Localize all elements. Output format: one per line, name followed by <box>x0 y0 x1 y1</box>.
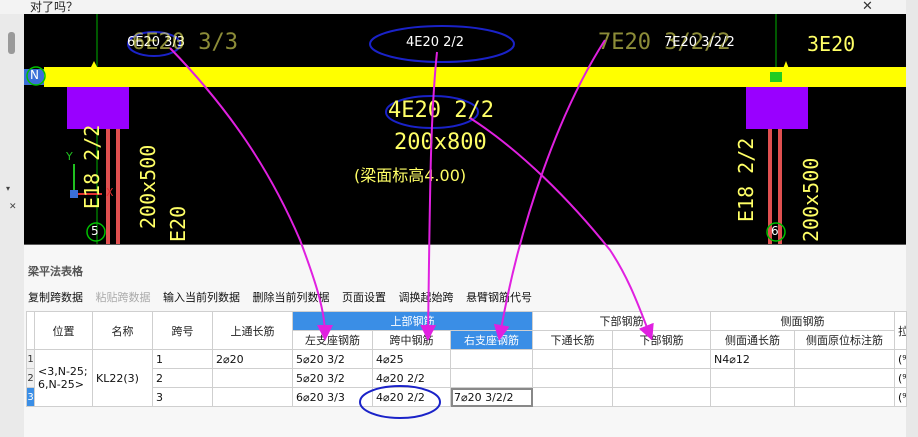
cell-bottom-through[interactable] <box>532 349 613 369</box>
cell-side-orig[interactable] <box>794 387 895 407</box>
cell-span[interactable]: 2 <box>152 368 213 388</box>
cell-side-through[interactable] <box>710 387 795 407</box>
label-col-right-rebar: E18 2/2 <box>734 137 758 222</box>
cell-bottom-rebar[interactable] <box>612 349 711 369</box>
window-title: 对了吗？ <box>30 0 79 14</box>
cell-span[interactable]: 3 <box>152 387 213 407</box>
col-side-orig[interactable]: 侧面原位标注筋 <box>794 330 895 350</box>
ucs-y-label: Y <box>66 150 73 163</box>
cell-mid-span[interactable]: 4⌀20 2/2 <box>372 368 451 388</box>
beam-table-panel: 梁平法表格 复制跨数据 粘贴跨数据 输入当前列数据 删除当前列数据 页面设置 调… <box>24 245 907 437</box>
col-span[interactable]: 跨号 <box>152 311 213 350</box>
cell-top-through[interactable] <box>212 387 293 407</box>
cell-span[interactable]: 1 <box>152 349 213 369</box>
close-icon[interactable]: ✕ <box>862 0 873 14</box>
column-left <box>67 87 129 129</box>
right-dock <box>906 0 918 437</box>
axis-label-5: 5 <box>91 224 99 238</box>
col-extra[interactable]: 拉 <box>894 311 907 350</box>
table-row[interactable]: 2 2 5⌀20 3/2 4⌀20 2/2 (⁹ <box>26 368 907 388</box>
cell-side-through[interactable] <box>710 368 795 388</box>
label-top-mid: 4E20 2/2 <box>406 35 465 50</box>
col-position[interactable]: 位置 <box>34 311 93 350</box>
panel-title: 梁平法表格 <box>28 265 83 278</box>
cell-extra[interactable]: (⁹ <box>894 368 907 388</box>
col-name[interactable]: 名称 <box>92 311 153 350</box>
cell-right-support[interactable] <box>450 368 533 388</box>
panel-toolbar: 复制跨数据 粘贴跨数据 输入当前列数据 删除当前列数据 页面设置 调换起始跨 悬… <box>28 289 541 305</box>
cell-right-support[interactable] <box>450 349 533 369</box>
col-side-through[interactable]: 侧面通长筋 <box>710 330 795 350</box>
input-column-button[interactable]: 输入当前列数据 <box>163 291 240 304</box>
cell-side-through[interactable]: N4⌀12 <box>710 349 795 369</box>
label-top-far-right: 3E20 <box>807 32 856 56</box>
cell-left-support[interactable]: 5⌀20 3/2 <box>292 349 373 369</box>
row-number[interactable]: 2 <box>26 368 35 388</box>
cell-name[interactable]: KL22(3) <box>92 349 153 407</box>
header-row-group: 位置 名称 跨号 上通长筋 上部钢筋 下部钢筋 侧面钢筋 拉 <box>26 311 907 350</box>
grip-point[interactable] <box>770 72 782 82</box>
dock-close-icon[interactable]: ✕ <box>9 202 17 212</box>
chevron-down-icon[interactable]: ▾ <box>6 184 10 193</box>
cell-mid-span[interactable]: 4⌀25 <box>372 349 451 369</box>
window-titlebar: 对了吗？ ✕ <box>0 0 918 14</box>
label-col-right-size: 200x500 <box>799 157 823 242</box>
col-left-support[interactable]: 左支座钢筋 <box>292 330 373 350</box>
col-right-support[interactable]: 右支座钢筋 <box>450 330 533 350</box>
row-number[interactable]: 3 <box>26 387 35 407</box>
label-col-left-rebar: E18 2/2 <box>80 124 104 209</box>
swap-span-button[interactable]: 调换起始跨 <box>399 291 454 304</box>
cad-viewport[interactable]: 6E20 3/3 6E20 3/3 4E20 2/2 7E20 3/2/2 7E… <box>24 14 906 244</box>
ucs-x-label: X <box>106 186 114 199</box>
group-side-rebar: 侧面钢筋 <box>710 311 895 331</box>
cell-side-orig[interactable] <box>794 368 895 388</box>
group-top-rebar: 上部钢筋 <box>292 311 533 331</box>
cell-bottom-rebar[interactable] <box>612 368 711 388</box>
paste-span-button[interactable]: 粘贴跨数据 <box>96 291 151 304</box>
cell-bottom-through[interactable] <box>532 387 613 407</box>
cantilever-code-button[interactable]: 悬臂钢筋代号 <box>466 291 532 304</box>
cell-mid-span[interactable]: 4⌀20 2/2 <box>372 387 451 407</box>
label-top-right-small: 7E20 3/2/2 <box>664 35 735 50</box>
row-number[interactable]: 1 <box>26 349 35 369</box>
col-bottom-rebar[interactable]: 下部钢筋 <box>612 330 711 350</box>
cell-bottom-through[interactable] <box>532 368 613 388</box>
delete-column-button[interactable]: 删除当前列数据 <box>253 291 330 304</box>
cell-bottom-rebar[interactable] <box>612 387 711 407</box>
col-bottom-through[interactable]: 下通长筋 <box>532 330 613 350</box>
label-col-left-size: 200x500 <box>136 144 160 229</box>
cell-left-support[interactable]: 5⌀20 3/2 <box>292 368 373 388</box>
col-mid-span[interactable]: 跨中钢筋 <box>372 330 451 350</box>
cell-right-support[interactable]: 7⌀20 3/2/2 <box>450 387 533 407</box>
label-col-left-extra: E20 <box>166 205 190 242</box>
label-beam-rebar: 4E20 2/2 <box>388 98 494 123</box>
left-dock: ▾ ✕ <box>0 14 24 437</box>
cell-extra[interactable]: (⁹ <box>894 387 907 407</box>
cell-extra[interactable]: (⁹ <box>894 349 907 369</box>
cell-position[interactable]: <3,N-25; 6,N-25> <box>34 349 93 407</box>
scrollbar-thumb[interactable] <box>8 32 15 54</box>
table-row[interactable]: 1 <3,N-25; 6,N-25> KL22(3) 1 2⌀20 5⌀20 3… <box>26 349 907 407</box>
col-top-through[interactable]: 上通长筋 <box>212 311 293 350</box>
cell-top-through[interactable]: 2⌀20 <box>212 349 293 369</box>
cell-top-through[interactable] <box>212 368 293 388</box>
page-setup-button[interactable]: 页面设置 <box>342 291 386 304</box>
copy-span-button[interactable]: 复制跨数据 <box>28 291 83 304</box>
axis-label-6: 6 <box>771 224 779 238</box>
cell-side-orig[interactable] <box>794 349 895 369</box>
group-bottom-rebar: 下部钢筋 <box>532 311 711 331</box>
column-right <box>746 87 808 129</box>
label-top-left-large: 6E20 3/3 <box>132 30 238 55</box>
cell-left-support[interactable]: 6⌀20 3/3 <box>292 387 373 407</box>
label-beam-size: 200x800 <box>394 130 487 155</box>
beam-table: 位置 名称 跨号 上通长筋 上部钢筋 下部钢筋 侧面钢筋 拉 左支座钢筋 跨中钢… <box>26 311 907 407</box>
table-row[interactable]: 3 3 6⌀20 3/3 4⌀20 2/2 7⌀20 3/2/2 (⁹ <box>26 387 907 407</box>
axis-label-n: N <box>30 68 39 82</box>
label-beam-elevation: (梁面标高4.00) <box>354 166 467 185</box>
